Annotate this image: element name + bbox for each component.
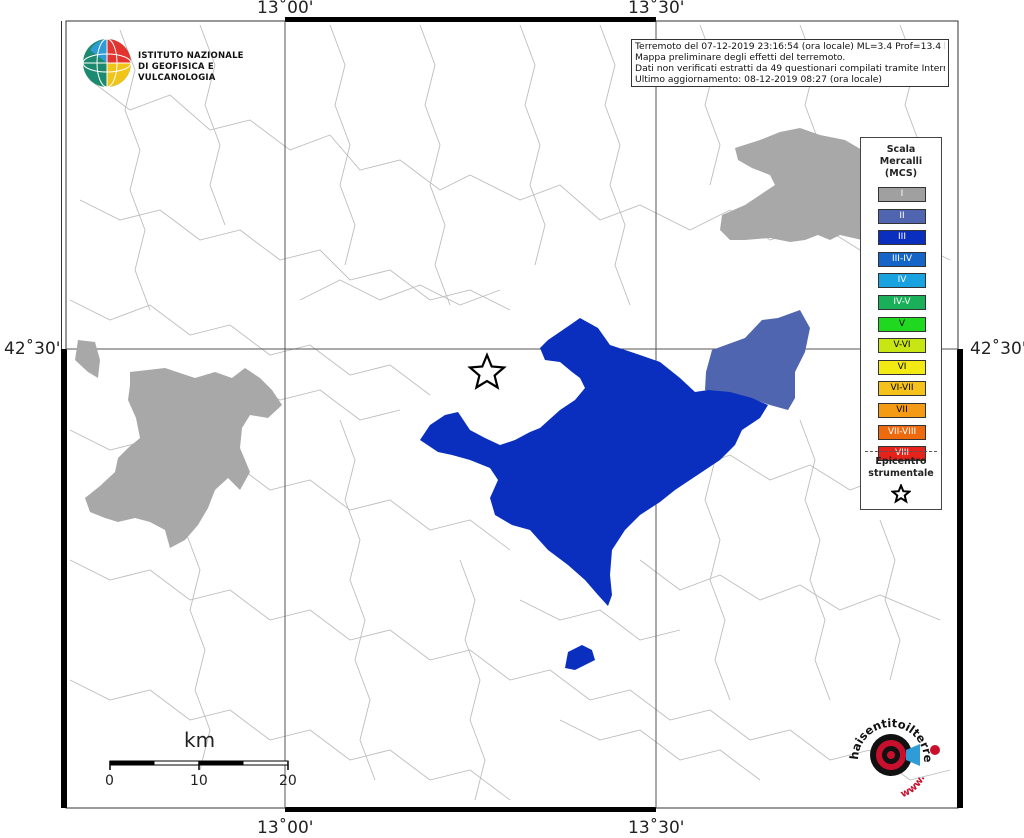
scale-tick-10: 10 [190,773,208,789]
haisentito-logo: haisentitoilterremoto.it www. [836,700,940,800]
mcs-legend: Scala Mercalli (MCS) I II III III-IV IV IV-V V… [860,137,942,510]
scale-tick-0: 0 [105,773,114,789]
coord-bottom-left: 13˚00' [257,818,314,838]
scale-unit: km [184,728,216,752]
legend-item: III-IV [878,251,926,267]
legend-item: I [878,187,926,202]
hai-logo-url: www. [899,773,927,800]
legend-item: II [878,208,926,224]
info-line2: Mappa preliminare degli effetti del terr… [635,52,846,63]
legend-star-icon [891,484,911,504]
logo-line2: DI GEOFISICA E VULCANOLOGIA [138,62,216,83]
legend-item: IV [878,273,926,289]
legend-title2: Mercalli [879,156,923,167]
coord-right: 42˚30' [970,339,1024,359]
legend-list: I II III III-IV IV IV-V V V-VI VI VI-VII VII VII-VI… [878,187,926,468]
svg-text:www.: www. [899,773,927,800]
legend-item: VII-VIII [878,424,926,440]
coord-bottom-right: 13˚30' [628,818,685,838]
earthquake-info-box: Terremoto del 07-12-2019 23:16:54 (ora l… [631,39,949,87]
legend-item: III [878,230,926,246]
coord-top-right: 13˚30' [628,0,685,18]
globe-icon [82,38,132,88]
legend-epicentro1: Epicentro [875,456,927,467]
scale-tick-20: 20 [279,773,297,789]
coord-top-left: 13˚00' [257,0,314,18]
legend-item: VI-VII [878,381,926,397]
legend-title1: Scala [886,144,916,155]
legend-item: VI [878,359,926,375]
ingv-logo: ISTITUTO NAZIONALE DI GEOFISICA E VULCAN… [82,38,262,92]
info-line4: Ultimo aggiornamento: 08-12-2019 08:27 (… [635,74,883,85]
logo-line1: ISTITUTO NAZIONALE [138,51,244,61]
info-line3: Dati non verificati estratti da 49 quest… [635,63,945,74]
coord-left: 42˚30' [4,339,61,359]
legend-item: V-VI [878,338,926,354]
legend-item: V [878,316,926,332]
legend-item: IV-V [878,294,926,310]
legend-title3: (MCS) [884,168,918,179]
legend-epicentro2: strumentale [868,468,934,479]
legend-separator [865,451,937,452]
legend-item: VII [878,402,926,418]
info-line1: Terremoto del 07-12-2019 23:16:54 (ora l… [635,41,945,52]
